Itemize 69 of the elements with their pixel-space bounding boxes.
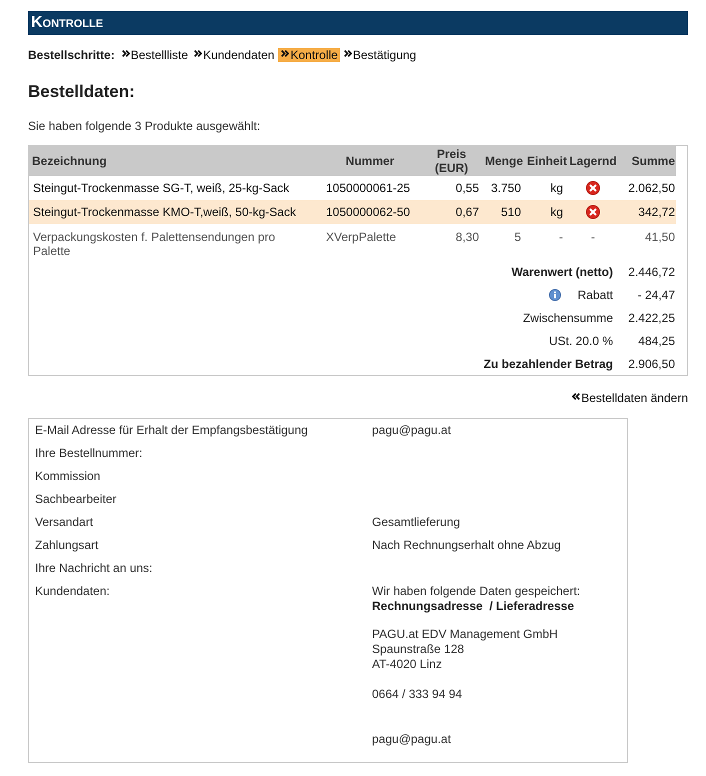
address-line: AT-4020 Linz bbox=[372, 657, 442, 672]
page-title: Kontrolle bbox=[30, 13, 104, 33]
info-icon[interactable] bbox=[548, 288, 561, 300]
field-label: Kundendaten: bbox=[35, 584, 110, 599]
field-label: Versandart bbox=[35, 515, 94, 530]
field-label: Kommission bbox=[35, 469, 100, 484]
total-label: Zwischensumme bbox=[522, 310, 613, 324]
total-value: 2.906,50 bbox=[627, 356, 676, 372]
table-cell: 5 bbox=[483, 224, 525, 260]
table-cell: 41,50 bbox=[620, 224, 676, 260]
field-value: Gesamtlieferung bbox=[372, 515, 460, 530]
double-chevron-icon bbox=[194, 50, 202, 57]
table-cell: 510 bbox=[483, 200, 525, 224]
table-cell: 8,30 bbox=[420, 224, 483, 260]
table-cell: 1050000062-50 bbox=[320, 200, 420, 224]
field-label: Ihre Bestellnummer: bbox=[35, 446, 142, 461]
section-heading: Bestelldaten: bbox=[28, 81, 135, 103]
total-value: - 24,47 bbox=[636, 286, 676, 304]
phone-number: 0664 / 333 94 94 bbox=[372, 687, 462, 702]
total-label: Warenwert (netto) bbox=[511, 264, 613, 278]
column-header: Einheit bbox=[525, 146, 566, 176]
total-label: USt. 20.0 % bbox=[548, 334, 613, 348]
double-chevron-icon bbox=[281, 50, 290, 57]
address-heading: Rechnungsadresse / Lieferadresse bbox=[372, 599, 574, 614]
total-value: 484,25 bbox=[637, 332, 676, 350]
double-chevron-icon bbox=[122, 50, 130, 57]
table-cell: 1050000061-25 bbox=[320, 176, 420, 200]
column-header: Lagernd bbox=[566, 146, 620, 176]
table-cell: 2.062,50 bbox=[620, 176, 676, 200]
table-cell: 0,55 bbox=[420, 176, 483, 200]
table-cell: kg bbox=[525, 200, 566, 224]
double-chevron-icon bbox=[572, 393, 580, 400]
breadcrumb-step[interactable]: Bestätigung bbox=[342, 48, 418, 62]
field-value: Nach Rechnungserhalt ohne Abzug bbox=[372, 538, 561, 553]
column-header: Bezeichnung bbox=[29, 146, 320, 176]
address-line: Spaunstraße 128 bbox=[372, 642, 464, 657]
field-label: Zahlungsart bbox=[35, 538, 98, 553]
steps-label: Bestellschritte: bbox=[28, 48, 115, 62]
table-cell: XVerpPalette bbox=[320, 224, 420, 260]
total-label: Zu bezahlender Betrag bbox=[484, 356, 613, 370]
field-label: Sachbearbeiter bbox=[35, 492, 116, 507]
field-value: pagu@pagu.at bbox=[372, 423, 451, 438]
column-header: Summe bbox=[620, 146, 676, 176]
double-chevron-icon bbox=[344, 50, 352, 57]
column-header: Nummer bbox=[320, 146, 420, 176]
table-cell: Verpackungskosten f. Palettensendungen pro Palette bbox=[29, 224, 320, 260]
table-cell: - bbox=[525, 224, 566, 260]
table-cell: 0,67 bbox=[420, 200, 483, 224]
table-cell: Steingut-Trockenmasse SG-T, weiß, 25-kg-Sack bbox=[29, 176, 320, 200]
breadcrumb-step[interactable]: Kontrolle bbox=[278, 48, 340, 62]
total-label: Rabatt bbox=[578, 288, 613, 302]
info-text: Wir haben folgende Daten gespeichert: bbox=[372, 584, 580, 599]
field-label: E-Mail Adresse für Erhalt der Empfangsbestätigung bbox=[35, 423, 308, 438]
field-label: Ihre Nachricht an uns: bbox=[35, 561, 152, 576]
table-cell: Steingut-Trockenmasse KMO-T,weiß, 50-kg-Sack bbox=[29, 200, 320, 224]
table-cell: 342,72 bbox=[620, 200, 676, 224]
table-cell: - bbox=[566, 224, 620, 260]
email-address: pagu@pagu.at bbox=[372, 732, 451, 747]
table-cell: kg bbox=[525, 176, 566, 200]
table-cell: 3.750 bbox=[483, 176, 525, 200]
intro-text: Sie haben folgende 3 Produkte ausgewählt: bbox=[28, 119, 260, 133]
total-value: 2.422,25 bbox=[627, 310, 676, 326]
total-value: 2.446,72 bbox=[627, 264, 676, 280]
breadcrumb-step[interactable]: Kundendaten bbox=[192, 48, 276, 62]
address-line: PAGU.at EDV Management GmbH bbox=[372, 627, 558, 642]
column-header: Preis (EUR) bbox=[420, 146, 483, 176]
back-link[interactable]: Bestelldaten ändern bbox=[572, 391, 688, 405]
column-header: Menge bbox=[483, 146, 525, 176]
breadcrumb-step[interactable]: Bestellliste bbox=[120, 48, 190, 62]
